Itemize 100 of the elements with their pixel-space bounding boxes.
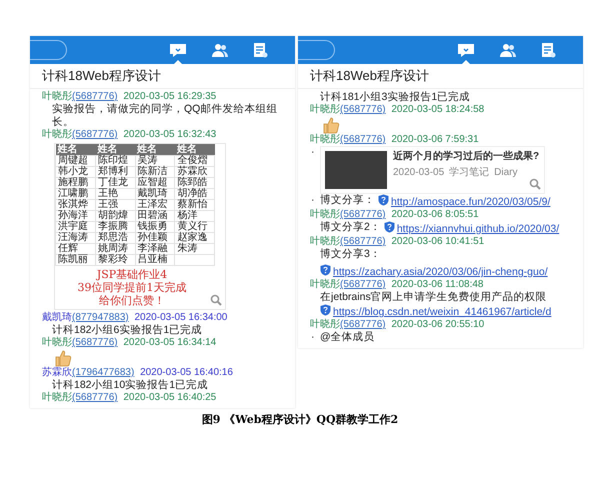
qq-number[interactable]: (5687776) [340, 236, 386, 247]
table-cell: 王艳 [98, 188, 118, 199]
qq-number[interactable]: (877947883) [72, 312, 129, 323]
group-title: 计科18Web程序设计 [298, 64, 583, 89]
chat-icon [169, 42, 187, 58]
sender-name: 叶晓彤 [42, 337, 72, 348]
table-image[interactable]: 姓名 姓名 姓名 姓名 周键超 陈印煌 吴涛 全俊熠 韩小龙 郑博利 陈新洁 苏霖欣 施程鹏 丁佳龙 应智超 陈郅皓 江啸鹏 王艳 戴凯琦 胡净皓 张淇烨 王强 王泽宏 蔡新怡 孙海洋 胡韵煒 田碧涵 杨洋 洪宇庭 李振腾 钱振勇 黄义行 汪海涛 郑思浩 孙佳颖 赵家逸 任辉 姚周涛 李泽融 朱涛 陈凯丽 黎彩玲 吕亚楠 JSP基础作业4 39位同学提前1天完成 给你们点赞！ [54, 143, 226, 310]
url-link[interactable]: https://xiannvhui.github.io/2020/03/ [396, 223, 560, 235]
sender-name: 叶晓彤 [310, 319, 340, 330]
search-field[interactable] [30, 40, 67, 60]
sender-name: 叶晓彤 [310, 279, 340, 290]
qq-number[interactable]: (5687776) [340, 104, 386, 115]
share-label: 博文分享3： [320, 248, 381, 261]
message-time: 2020-03-05 16:34:14 [123, 337, 216, 348]
shield-icon [320, 264, 331, 276]
table-cell: 姚周涛 [98, 243, 128, 254]
url-link[interactable]: https://zachary.asia/2020/03/06/jin-cheng-guo/ [333, 266, 548, 278]
sender-name: 叶晓彤 [42, 392, 72, 403]
table-cell: 戴凯琦 [138, 188, 168, 199]
message-time: 2020-03-06 10:41:51 [391, 236, 484, 247]
document-icon [253, 42, 268, 58]
thumbs-up-icon [54, 349, 72, 367]
sender-name: 叶晓彤 [310, 209, 340, 220]
image-caption: 39位同学提前1天完成 [78, 281, 186, 294]
message-time: 2020-03-05 16:40:25 [123, 392, 216, 403]
bullet: · [311, 331, 316, 344]
document-icon [541, 42, 556, 58]
table-cell: 苏霖欣 [177, 166, 208, 177]
share-label: 博文分享： [320, 194, 375, 207]
table-cell: 杨洋 [177, 210, 198, 221]
group-title: 计科18Web程序设计 [30, 64, 295, 89]
shield-icon [384, 221, 395, 233]
table-cell: 汪海涛 [58, 232, 88, 243]
table-cell: 郑博利 [98, 166, 128, 177]
url-link[interactable]: http://amospace.fun/2020/03/05/9/ [391, 196, 550, 208]
qq-number[interactable]: (5687776) [340, 134, 386, 145]
table-header: 姓名 [95, 144, 135, 156]
table-cell: 李泽融 [138, 243, 168, 254]
qq-number[interactable]: (5687776) [340, 209, 386, 220]
card-tag: 学习笔记 [449, 166, 490, 179]
table-cell: 李振腾 [98, 221, 128, 232]
chat-icon [457, 42, 475, 58]
message-text: 实验报告，请做完的同学，QQ邮件发给本组组长。 [52, 103, 278, 128]
table-cell: 朱涛 [177, 243, 198, 254]
people-icon [211, 42, 229, 58]
table-cell: 王泽宏 [138, 199, 168, 210]
qq-number[interactable]: (5687776) [72, 392, 118, 403]
figure-caption: 图9 《Web程序设计》QQ群教学工作2 [200, 412, 400, 428]
table-cell: 陈印煌 [98, 155, 128, 166]
table-cell: 施程鹏 [58, 177, 88, 188]
sender-name: 叶晓彤 [42, 91, 72, 102]
message-text: 计科181小组3实验报告1已完成 [320, 91, 470, 104]
table-cell: 韩小龙 [58, 166, 88, 177]
message-time: 2020-03-06 8:05:51 [391, 209, 479, 220]
table-cell: 全俊熠 [177, 155, 208, 166]
table-cell: 王强 [98, 199, 118, 210]
table-cell: 赵家逸 [177, 232, 208, 243]
message-text: @全体成员 [320, 331, 375, 344]
table-cell: 田碧涵 [138, 210, 168, 221]
shield-icon [378, 194, 389, 206]
search-field[interactable] [298, 40, 335, 60]
table-header: 姓名 [174, 144, 214, 156]
qq-number[interactable]: (5687776) [340, 319, 386, 330]
bullet: · [311, 146, 316, 159]
table-cell: 陈凯丽 [58, 254, 88, 265]
sender-name: 叶晓彤 [42, 129, 72, 140]
qq-number[interactable]: (5687776) [72, 337, 118, 348]
sender-name: 叶晓彤 [310, 134, 340, 145]
message-time: 2020-03-06 7:59:31 [391, 134, 479, 145]
table-header: 姓名 [56, 144, 96, 156]
image-caption: 给你们点赞！ [99, 294, 165, 307]
table-cell: 陈新洁 [138, 166, 168, 177]
table-cell: 孙海洋 [58, 210, 88, 221]
card-title: 近两个月的学习过后的一些成果? [393, 151, 540, 163]
table-cell: 孙佳颖 [138, 232, 168, 243]
zoom-icon[interactable] [529, 178, 541, 190]
card-category: Diary [494, 166, 518, 179]
qq-number[interactable]: (5687776) [72, 129, 118, 140]
table-cell: 陈郅皓 [177, 177, 208, 188]
message-text: 在jetbrains官网上申请学生免费使用产品的权限 [320, 291, 547, 304]
table-cell: 洪宇庭 [58, 221, 88, 232]
table-cell: 应智超 [138, 177, 168, 188]
message-time: 2020-03-05 16:40:16 [140, 367, 233, 378]
table-cell: 吴涛 [138, 155, 158, 166]
table-cell: 钱振勇 [138, 221, 168, 232]
table-cell: 黎彩玲 [98, 254, 128, 265]
message-time: 2020-03-05 16:32:43 [123, 129, 216, 140]
qq-number[interactable]: (5687776) [340, 279, 386, 290]
table-cell: 郑思浩 [98, 232, 128, 243]
zoom-icon[interactable] [210, 294, 222, 306]
table-cell: 江啸鹏 [58, 188, 88, 199]
link-card[interactable]: 近两个月的学习过后的一些成果? 2020-03-05 学习笔记 Diary [320, 146, 545, 194]
table-header: 姓名 [135, 144, 175, 156]
message-time: 2020-03-06 20:55:10 [391, 319, 484, 330]
url-link[interactable]: https://blog.csdn.net/weixin_41461967/article/d [333, 306, 552, 318]
message-time: 2020-03-05 16:34:00 [134, 312, 228, 323]
qq-number[interactable]: (1796477683) [72, 367, 134, 378]
qq-number[interactable]: (5687776) [72, 91, 118, 102]
table-cell: 黄义行 [177, 221, 208, 232]
table-cell: 周键超 [58, 155, 88, 166]
